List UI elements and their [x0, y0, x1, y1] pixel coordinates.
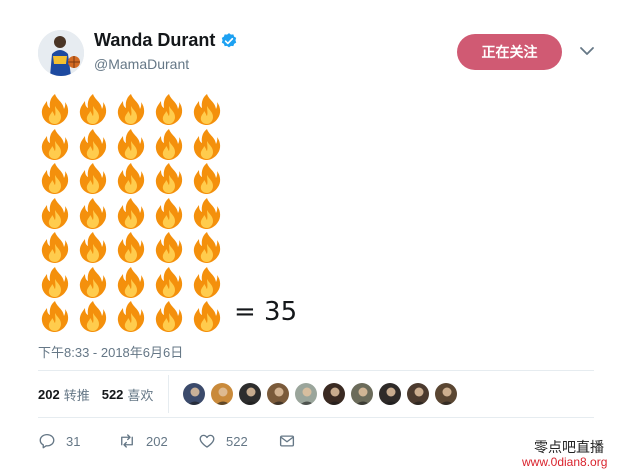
liker-avatar[interactable]: [182, 382, 206, 406]
retweets-stat-label[interactable]: 转推: [64, 385, 90, 404]
liker-avatar[interactable]: [294, 382, 318, 406]
fire-emoji-icon: [152, 92, 186, 126]
fire-emoji-icon: [190, 161, 224, 195]
fire-emoji-icon: [76, 299, 110, 333]
author-avatar[interactable]: [38, 30, 84, 76]
fire-emoji-icon: [152, 127, 186, 161]
reply-icon: [39, 433, 55, 449]
fire-emoji-row: [38, 161, 228, 195]
like-button[interactable]: 522: [198, 432, 248, 450]
liker-avatar[interactable]: [238, 382, 262, 406]
liker-avatar[interactable]: [350, 382, 374, 406]
liker-avatar[interactable]: [406, 382, 430, 406]
tweet-timestamp[interactable]: 下午8:33 - 2018年6月6日: [38, 342, 183, 361]
likes-stat-label[interactable]: 喜欢: [127, 385, 153, 404]
stats-top-divider: [38, 370, 594, 371]
fire-emoji-icon: [152, 299, 186, 333]
fire-emoji-row: [38, 127, 228, 161]
fire-emoji-icon: [114, 92, 148, 126]
liker-avatar[interactable]: [322, 382, 346, 406]
fire-emoji-icon: [76, 230, 110, 264]
fire-emoji-icon: [152, 230, 186, 264]
fire-emoji-icon: [38, 161, 72, 195]
fire-emoji-icon: [38, 230, 72, 264]
stats-bottom-divider: [38, 417, 594, 418]
fire-emoji-icon: [76, 265, 110, 299]
fire-emoji-icon: [114, 196, 148, 230]
direct-message-button[interactable]: [278, 432, 296, 450]
liker-avatar[interactable]: [378, 382, 402, 406]
envelope-icon: [279, 435, 295, 447]
fire-emoji-row: [38, 196, 228, 230]
fire-emoji-icon: [114, 265, 148, 299]
author-display-name[interactable]: Wanda Durant: [94, 30, 215, 51]
reply-count: 31: [66, 433, 81, 449]
stats-separator: [168, 375, 169, 413]
tweet-equals-text: = 35: [234, 297, 298, 327]
fire-emoji-icon: [76, 127, 110, 161]
like-count: 522: [226, 433, 248, 449]
fire-emoji-icon: [190, 127, 224, 161]
basketball-player-avatar: [38, 30, 84, 76]
retweet-icon: [121, 434, 133, 448]
fire-emoji-row: [38, 92, 228, 126]
retweet-button[interactable]: 202: [118, 432, 168, 450]
fire-emoji-icon: [190, 265, 224, 299]
fire-emoji-icon: [38, 92, 72, 126]
fire-emoji-icon: [190, 196, 224, 230]
watermark-url: www.0dian8.org: [522, 455, 608, 469]
fire-emoji-icon: [114, 161, 148, 195]
fire-emoji-icon: [38, 196, 72, 230]
fire-emoji-icon: [76, 196, 110, 230]
fire-emoji-icon: [38, 127, 72, 161]
author-name-row[interactable]: Wanda Durant: [94, 30, 238, 51]
liker-avatar[interactable]: [266, 382, 290, 406]
fire-emoji-icon: [152, 265, 186, 299]
tweet-action-bar: 31 202 522: [38, 432, 338, 452]
tweet-stats: 202 转推 522 喜欢: [38, 385, 153, 404]
retweets-stat-count[interactable]: 202: [38, 387, 60, 402]
fire-emoji-icon: [76, 161, 110, 195]
heart-icon: [199, 434, 215, 448]
retweet-count: 202: [146, 433, 168, 449]
fire-emoji-row: [38, 265, 228, 299]
fire-emoji-row: [38, 230, 228, 264]
likes-stat-count[interactable]: 522: [102, 387, 124, 402]
fire-emoji-icon: [114, 230, 148, 264]
fire-emoji-icon: [190, 299, 224, 333]
fire-emoji-icon: [190, 92, 224, 126]
reply-button[interactable]: 31: [38, 432, 80, 450]
fire-emoji-icon: [152, 161, 186, 195]
fire-emoji-icon: [76, 92, 110, 126]
author-handle[interactable]: @MamaDurant: [94, 56, 189, 72]
fire-emoji-icon: [114, 299, 148, 333]
watermark-title: 零点吧直播: [534, 439, 604, 455]
following-button[interactable]: 正在关注: [457, 34, 562, 70]
verified-badge-icon: [222, 32, 237, 47]
liker-avatar[interactable]: [210, 382, 234, 406]
fire-emoji-row: [38, 299, 228, 333]
fire-emoji-icon: [152, 196, 186, 230]
fire-emoji-icon: [114, 127, 148, 161]
fire-emoji-icon: [190, 230, 224, 264]
chevron-down-icon[interactable]: [578, 42, 596, 60]
liker-avatar[interactable]: [434, 382, 458, 406]
fire-emoji-icon: [38, 299, 72, 333]
fire-emoji-icon: [38, 265, 72, 299]
